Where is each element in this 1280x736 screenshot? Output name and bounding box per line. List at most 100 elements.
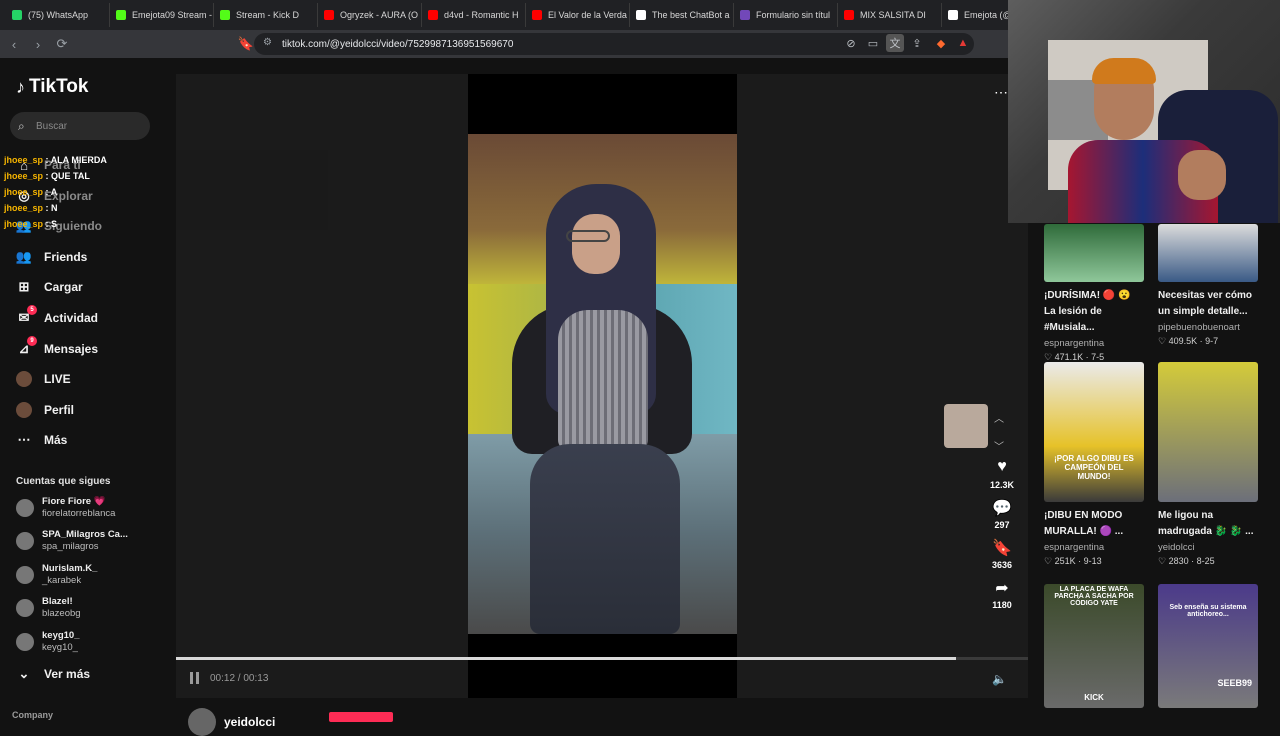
card-title[interactable]: Necesitas ver cómo un simple detalle... (1158, 288, 1258, 320)
chat-user: jhoee_sp (4, 187, 44, 197)
video-thumbnail[interactable]: ¡POR ALGO DIBU ES CAMPEÓN DEL MUNDO! (1044, 362, 1144, 502)
tab-favicon-icon (948, 10, 958, 20)
volume-icon[interactable]: 🔈 (992, 672, 1007, 686)
account-handle: fiorelatorreblanca (42, 508, 116, 519)
account-name: keyg10_ (42, 629, 80, 641)
nav-item[interactable]: ✉ 5 Actividad (16, 305, 98, 330)
translate-icon[interactable]: 文 (886, 34, 904, 52)
nav-item[interactable]: ⊞ Cargar (16, 275, 83, 299)
card-title[interactable]: Me ligou na madrugada 🐉 🐉 ... (1158, 508, 1258, 540)
no-tracking-icon[interactable]: ⊘ (842, 34, 860, 52)
chat-overlay-panel (176, 150, 328, 230)
recommended-video-card[interactable]: ¡DURÍSIMA! 🔴 😮 La lesión de #Musiala... e… (1044, 224, 1144, 363)
tab-favicon-icon (116, 10, 126, 20)
tab-title: El Valor de la Verda (548, 10, 627, 20)
account-name: Fiore Fiore 💗 (42, 496, 106, 507)
nav-item[interactable]: ⊿ 9 Mensajes (16, 335, 98, 361)
chat-text: S (51, 219, 58, 229)
chat-user: jhoee_sp (4, 171, 44, 181)
site-info-icon[interactable]: ⚙ (263, 37, 275, 49)
video-frame[interactable] (468, 74, 737, 698)
card-channel[interactable]: espnargentina (1044, 338, 1144, 349)
tiktok-note-icon: ♪ (16, 76, 25, 97)
comment-count: 297 (994, 520, 1010, 530)
nav-label: LIVE (44, 372, 71, 387)
recommended-video-card[interactable]: ¡POR ALGO DIBU ES CAMPEÓN DEL MUNDO! ¡DIB… (1044, 362, 1144, 567)
browser-tab[interactable]: Ogryzek - AURA (O (318, 3, 422, 27)
chat-user: jhoee_sp (4, 219, 44, 229)
author-name[interactable]: yeidolcci (224, 715, 275, 729)
card-stats: ♡ 409.5K · 9-7 (1158, 336, 1219, 346)
bookmark-icon[interactable]: 🔖 (236, 34, 256, 54)
chat-message: jhoee_sp : S (4, 216, 107, 232)
back-icon[interactable]: ‹ (4, 34, 24, 54)
more-icon: ⋯ (17, 432, 31, 448)
video-thumbnail[interactable] (1158, 362, 1258, 502)
following-account[interactable]: Nurislam.K_ _karabek (16, 563, 97, 587)
recommended-video-card[interactable]: Seb enseña su sistema antichoreo... SEEB9… (1158, 584, 1258, 708)
recommended-video-card[interactable]: Me ligou na madrugada 🐉 🐉 ... yeidolcci ♡ … (1158, 362, 1258, 567)
avatar (16, 565, 34, 584)
account-handle: keyg10_ (42, 641, 78, 653)
video-progress-bar[interactable] (176, 657, 1028, 660)
account-handle: _karabek (42, 574, 82, 586)
card-channel[interactable]: espnargentina (1044, 542, 1144, 553)
reload-icon[interactable]: ⟳ (52, 34, 72, 54)
browser-tab[interactable]: d4vd - Romantic H (422, 3, 526, 27)
card-channel[interactable]: yeidolcci (1158, 542, 1258, 553)
video-thumbnail[interactable] (1158, 224, 1258, 282)
company-link[interactable]: Company (12, 710, 53, 720)
share-arrow-icon: ➦ (995, 580, 1009, 597)
forward-icon[interactable]: › (28, 34, 48, 54)
card-title[interactable]: ¡DURÍSIMA! 🔴 😮 La lesión de #Musiala... (1044, 288, 1144, 336)
tab-title: The best ChatBot a (652, 10, 730, 20)
recommended-video-card[interactable]: LA PLACA DE WAFA PARCHA A SACHA POR CÓDI… (1044, 584, 1144, 708)
nav-item[interactable]: ⋯ Más (16, 428, 68, 452)
browser-tab[interactable]: Formulario sin títul (734, 3, 838, 27)
share-icon[interactable]: ⇪ (908, 34, 926, 52)
profile-icon: ● (16, 401, 32, 418)
author-avatar[interactable] (188, 708, 216, 736)
author-info[interactable]: yeidolcci (188, 708, 275, 736)
account-text: Fiore Fiore 💗 fiorelatorreblanca (42, 496, 115, 520)
tiktok-logo[interactable]: ♪ TikTok (16, 76, 88, 98)
browser-tab[interactable]: MIX SALSITA DI (838, 3, 942, 27)
browser-tab[interactable]: The best ChatBot a (630, 3, 734, 27)
brave-rewards-icon[interactable]: ▲ (954, 34, 972, 52)
thumbnail-caption: SEEB99 (1217, 678, 1252, 688)
browser-tab[interactable]: Stream - Kick D (214, 3, 318, 27)
pause-icon[interactable] (190, 672, 200, 684)
video-thumbnail[interactable] (1044, 224, 1144, 282)
search-input[interactable]: ⌕ Buscar (10, 112, 150, 140)
share-button[interactable]: ➦ 1180 (984, 578, 1020, 610)
like-button[interactable]: ♥ 12.3K (984, 458, 1020, 490)
following-account[interactable]: SPA_Milagros Ca... spa_milagros (16, 529, 128, 553)
following-account[interactable]: Blazel! blazeobg (16, 596, 81, 620)
video-person-face (572, 214, 620, 274)
card-title[interactable]: ¡DIBU EN MODO MURALLA! 🟣 ... (1044, 508, 1144, 540)
following-account[interactable]: keyg10_ keyg10_ (16, 630, 80, 654)
following-account[interactable]: Fiore Fiore 💗 fiorelatorreblanca (16, 496, 115, 520)
creator-avatar[interactable] (944, 404, 988, 448)
video-thumbnail[interactable]: Seb enseña su sistema antichoreo... SEEB9… (1158, 584, 1258, 708)
browser-tab[interactable]: (75) WhatsApp (6, 3, 110, 27)
url-text: tiktok.com/@yeidolcci/video/752998713695… (282, 38, 514, 50)
nav-item[interactable]: ● Perfil (16, 398, 74, 422)
brave-shield-icon[interactable]: ◆ (932, 34, 950, 52)
nav-item[interactable]: 👥 Friends (16, 245, 87, 269)
comment-button[interactable]: 💬 297 (984, 498, 1020, 530)
follow-button[interactable] (329, 712, 393, 722)
recommended-video-card[interactable]: Necesitas ver cómo un simple detalle... p… (1158, 224, 1258, 347)
more-options-icon[interactable]: ⋯ (994, 84, 1008, 101)
nav-label: Perfil (44, 402, 75, 417)
browser-tab[interactable]: Emejota09 Stream - (110, 3, 214, 27)
browser-tab[interactable]: El Valor de la Verda (526, 3, 630, 27)
video-thumbnail[interactable]: LA PLACA DE WAFA PARCHA A SACHA POR CÓDI… (1044, 584, 1144, 708)
chat-text: A (50, 187, 58, 197)
save-button[interactable]: 🔖 3636 (984, 538, 1020, 570)
cast-icon[interactable]: ▭ (864, 34, 882, 52)
card-channel[interactable]: pipebuenobuenoart (1158, 322, 1258, 333)
see-more-button[interactable]: ⌄ Ver más (16, 662, 91, 686)
nav-item[interactable]: ● LIVE (16, 367, 71, 391)
avatar (16, 632, 34, 651)
